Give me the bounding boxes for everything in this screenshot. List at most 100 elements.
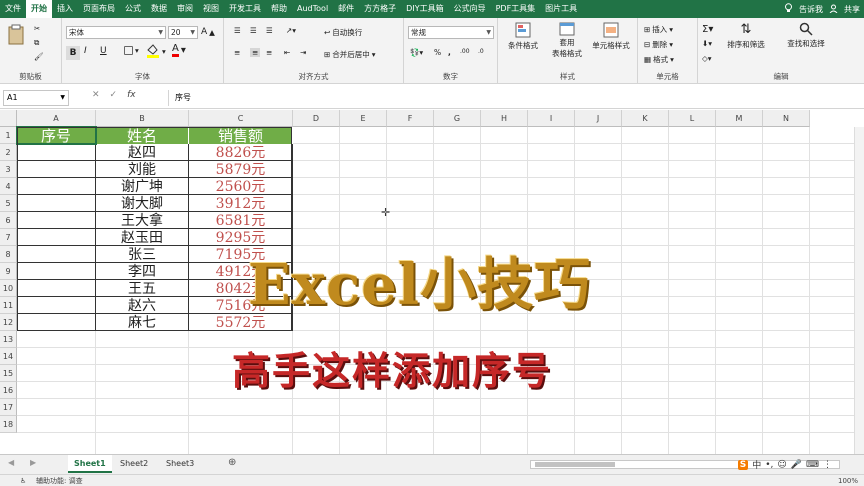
- align-middle-icon[interactable]: ☰: [250, 26, 257, 35]
- scrollbar-thumb[interactable]: [535, 462, 615, 467]
- row-header[interactable]: 16: [0, 382, 17, 399]
- column-header[interactable]: L: [669, 110, 716, 127]
- column-header[interactable]: G: [434, 110, 481, 127]
- sogou-logo[interactable]: S: [737, 459, 749, 470]
- tab-audtool[interactable]: AudTool: [292, 0, 333, 18]
- cancel-icon[interactable]: ✕: [92, 90, 100, 100]
- decrease-indent-icon[interactable]: ⇤: [284, 48, 290, 57]
- table-cell[interactable]: [17, 246, 96, 263]
- table-cell[interactable]: 麻七: [96, 314, 189, 331]
- tab-review[interactable]: 审阅: [172, 0, 198, 18]
- ime-menu-icon[interactable]: ⋮: [823, 460, 832, 470]
- orientation-icon[interactable]: ↗▾: [286, 26, 296, 35]
- column-header[interactable]: K: [622, 110, 669, 127]
- name-box[interactable]: A1 ▼: [3, 90, 69, 106]
- format-painter-icon[interactable]: 🖌: [34, 52, 44, 61]
- row-header[interactable]: 9: [0, 263, 17, 280]
- align-center-icon[interactable]: ≡: [250, 48, 261, 57]
- vertical-scrollbar[interactable]: [854, 127, 864, 454]
- merge-center-button[interactable]: ⊞ 合并后居中 ▾: [324, 49, 376, 60]
- decrease-decimal-icon[interactable]: .0: [478, 48, 484, 55]
- find-select-button[interactable]: 查找和选择: [778, 22, 834, 49]
- grow-font-icon[interactable]: A ▲: [201, 27, 215, 37]
- formula-input[interactable]: 序号: [168, 90, 860, 106]
- font-name-combo[interactable]: 宋体 ▼: [66, 26, 166, 39]
- zoom-level[interactable]: 100%: [838, 475, 858, 486]
- tab-diy-toolbox[interactable]: DIY工具箱: [401, 0, 448, 18]
- font-color-icon[interactable]: A ▾: [172, 44, 186, 57]
- add-sheet-icon[interactable]: ⊕: [228, 457, 236, 468]
- align-top-icon[interactable]: ☰: [234, 26, 241, 35]
- row-header[interactable]: 1: [0, 127, 17, 144]
- currency-icon[interactable]: 💱▾: [410, 48, 423, 57]
- column-header[interactable]: E: [340, 110, 387, 127]
- underline-button[interactable]: U: [100, 46, 107, 56]
- insert-cells-button[interactable]: ⊞ 插入 ▾: [644, 24, 673, 35]
- row-header[interactable]: 18: [0, 416, 17, 433]
- table-header-cell[interactable]: 序号: [17, 127, 96, 145]
- tab-image-tools[interactable]: 图片工具: [540, 0, 582, 18]
- row-header[interactable]: 14: [0, 348, 17, 365]
- tab-formula-wizard[interactable]: 公式向导: [449, 0, 491, 18]
- scroll-left-icon[interactable]: ◀: [8, 458, 14, 467]
- table-cell[interactable]: [17, 161, 96, 178]
- enter-icon[interactable]: ✓: [110, 90, 118, 100]
- format-as-table-button[interactable]: 套用 表格格式: [548, 22, 586, 58]
- increase-indent-icon[interactable]: ⇥: [300, 48, 306, 57]
- punctuation-icon[interactable]: •,: [765, 460, 773, 470]
- sort-filter-button[interactable]: ⇅ 排序和筛选: [718, 22, 774, 50]
- cell-styles-button[interactable]: 单元格样式: [586, 22, 636, 51]
- row-header[interactable]: 17: [0, 399, 17, 416]
- format-cells-button[interactable]: ▦ 格式 ▾: [644, 54, 674, 65]
- cut-icon[interactable]: ✂: [34, 24, 40, 33]
- clear-icon[interactable]: ◇▾: [702, 54, 712, 63]
- sheet-tab-sheet2[interactable]: Sheet2: [114, 455, 154, 473]
- row-header[interactable]: 8: [0, 246, 17, 263]
- fill-color-icon[interactable]: ▾: [146, 44, 166, 58]
- status-text[interactable]: 辅助功能: 调查: [36, 475, 83, 486]
- column-header[interactable]: H: [481, 110, 528, 127]
- column-header[interactable]: I: [528, 110, 575, 127]
- insert-function-icon[interactable]: fx: [127, 90, 136, 100]
- number-format-combo[interactable]: 常规 ▼: [408, 26, 494, 39]
- table-cell[interactable]: [17, 280, 96, 297]
- column-header[interactable]: N: [763, 110, 810, 127]
- emoji-icon[interactable]: ☺: [777, 460, 786, 470]
- tab-file[interactable]: 文件: [0, 0, 26, 18]
- tab-help[interactable]: 帮助: [266, 0, 292, 18]
- align-bottom-icon[interactable]: ☰: [266, 26, 273, 35]
- align-right-icon[interactable]: ≡: [266, 48, 272, 57]
- column-header[interactable]: F: [387, 110, 434, 127]
- tab-ffcell[interactable]: 方方格子: [359, 0, 401, 18]
- italic-button[interactable]: I: [84, 46, 87, 56]
- share-button[interactable]: 共享: [844, 4, 860, 15]
- keyboard-icon[interactable]: ⌨: [806, 460, 819, 470]
- borders-icon[interactable]: ▾: [124, 46, 139, 55]
- row-header[interactable]: 5: [0, 195, 17, 212]
- sheet-tab-sheet3[interactable]: Sheet3: [160, 455, 200, 473]
- sheet-tab-sheet1[interactable]: Sheet1: [68, 455, 112, 473]
- tab-data[interactable]: 数据: [146, 0, 172, 18]
- comma-icon[interactable]: ,: [448, 48, 451, 57]
- column-header[interactable]: J: [575, 110, 622, 127]
- table-cell[interactable]: [17, 178, 96, 195]
- font-size-combo[interactable]: 20 ▼: [168, 26, 198, 39]
- align-left-icon[interactable]: ≡: [234, 48, 240, 57]
- conditional-format-button[interactable]: 条件格式: [504, 22, 542, 51]
- column-header[interactable]: M: [716, 110, 763, 127]
- row-header[interactable]: 15: [0, 365, 17, 382]
- table-cell[interactable]: [17, 195, 96, 212]
- table-cell[interactable]: [17, 229, 96, 246]
- bold-button[interactable]: B: [66, 46, 80, 60]
- tab-mail[interactable]: 邮件: [333, 0, 359, 18]
- table-cell[interactable]: [17, 263, 96, 280]
- scroll-right-icon[interactable]: ▶: [30, 458, 36, 467]
- increase-decimal-icon[interactable]: .00: [460, 48, 470, 55]
- table-cell[interactable]: [17, 144, 96, 161]
- row-header[interactable]: 12: [0, 314, 17, 331]
- paste-button[interactable]: [8, 24, 26, 46]
- table-cell[interactable]: [17, 314, 96, 331]
- copy-icon[interactable]: ⧉: [34, 38, 39, 48]
- row-header[interactable]: 4: [0, 178, 17, 195]
- mic-icon[interactable]: 🎤: [791, 460, 802, 470]
